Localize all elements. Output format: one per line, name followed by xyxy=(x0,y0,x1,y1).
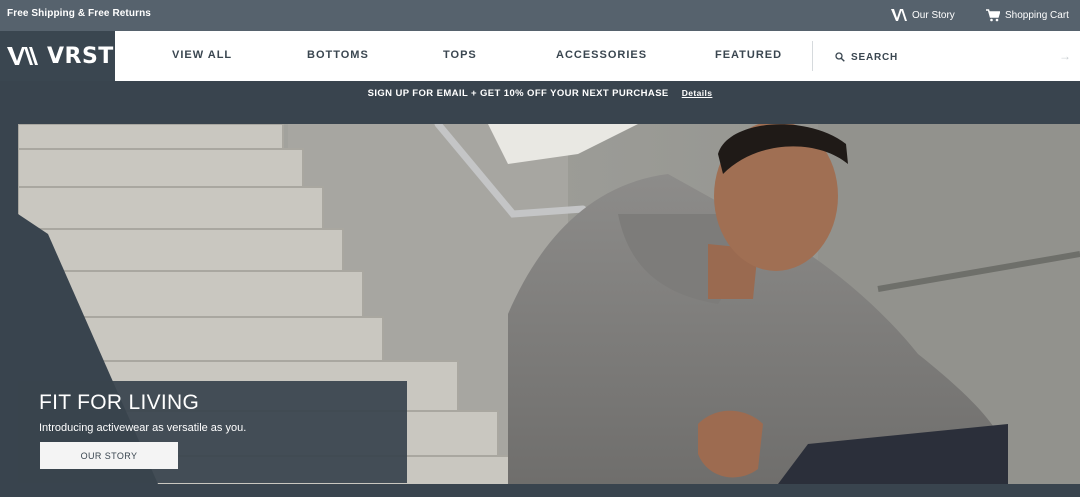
shopping-cart-label: Shopping Cart xyxy=(1005,9,1069,21)
vrst-logo-icon xyxy=(891,9,907,21)
search-icon xyxy=(835,52,845,62)
shipping-promo: Free Shipping & Free Returns xyxy=(7,8,151,19)
our-story-label: Our Story xyxy=(912,9,955,21)
nav-bottoms[interactable]: BOTTOMS xyxy=(307,49,369,61)
shopping-cart-icon xyxy=(986,8,1000,21)
utility-bar: Free Shipping & Free Returns Our Story S… xyxy=(0,0,1080,31)
details-link[interactable]: Details xyxy=(682,88,713,98)
our-story-link[interactable]: Our Story xyxy=(891,6,955,24)
hero-subtitle: Introducing activewear as versatile as y… xyxy=(39,422,247,434)
vrst-logo-icon xyxy=(7,47,38,65)
hero-banner: FIT FOR LIVING Introducing activewear as… xyxy=(18,124,1080,484)
vrst-logo[interactable]: VRST xyxy=(0,31,115,81)
logo-wordmark: VRST xyxy=(47,43,114,69)
nav-tops[interactable]: TOPS xyxy=(443,49,477,61)
our-story-button[interactable]: OUR STORY xyxy=(40,442,178,469)
search-input[interactable] xyxy=(851,51,1051,63)
hero-title: FIT FOR LIVING xyxy=(39,391,200,414)
shopping-cart-link[interactable]: Shopping Cart xyxy=(986,6,1069,24)
nav-featured[interactable]: FEATURED xyxy=(715,49,782,61)
nav-divider xyxy=(812,41,813,71)
main-nav: VRST VIEW ALL BOTTOMS TOPS ACCESSORIES F… xyxy=(0,31,1080,81)
search-bar xyxy=(835,50,1065,64)
nav-accessories[interactable]: ACCESSORIES xyxy=(556,49,647,61)
arrow-right-icon[interactable]: → xyxy=(1059,49,1071,63)
email-signup-banner: SIGN UP FOR EMAIL + GET 10% OFF YOUR NEX… xyxy=(0,81,1080,107)
nav-view-all[interactable]: VIEW ALL xyxy=(172,49,232,61)
hero-text-box: FIT FOR LIVING Introducing activewear as… xyxy=(18,381,407,483)
email-signup-text: SIGN UP FOR EMAIL + GET 10% OFF YOUR NEX… xyxy=(367,88,669,99)
